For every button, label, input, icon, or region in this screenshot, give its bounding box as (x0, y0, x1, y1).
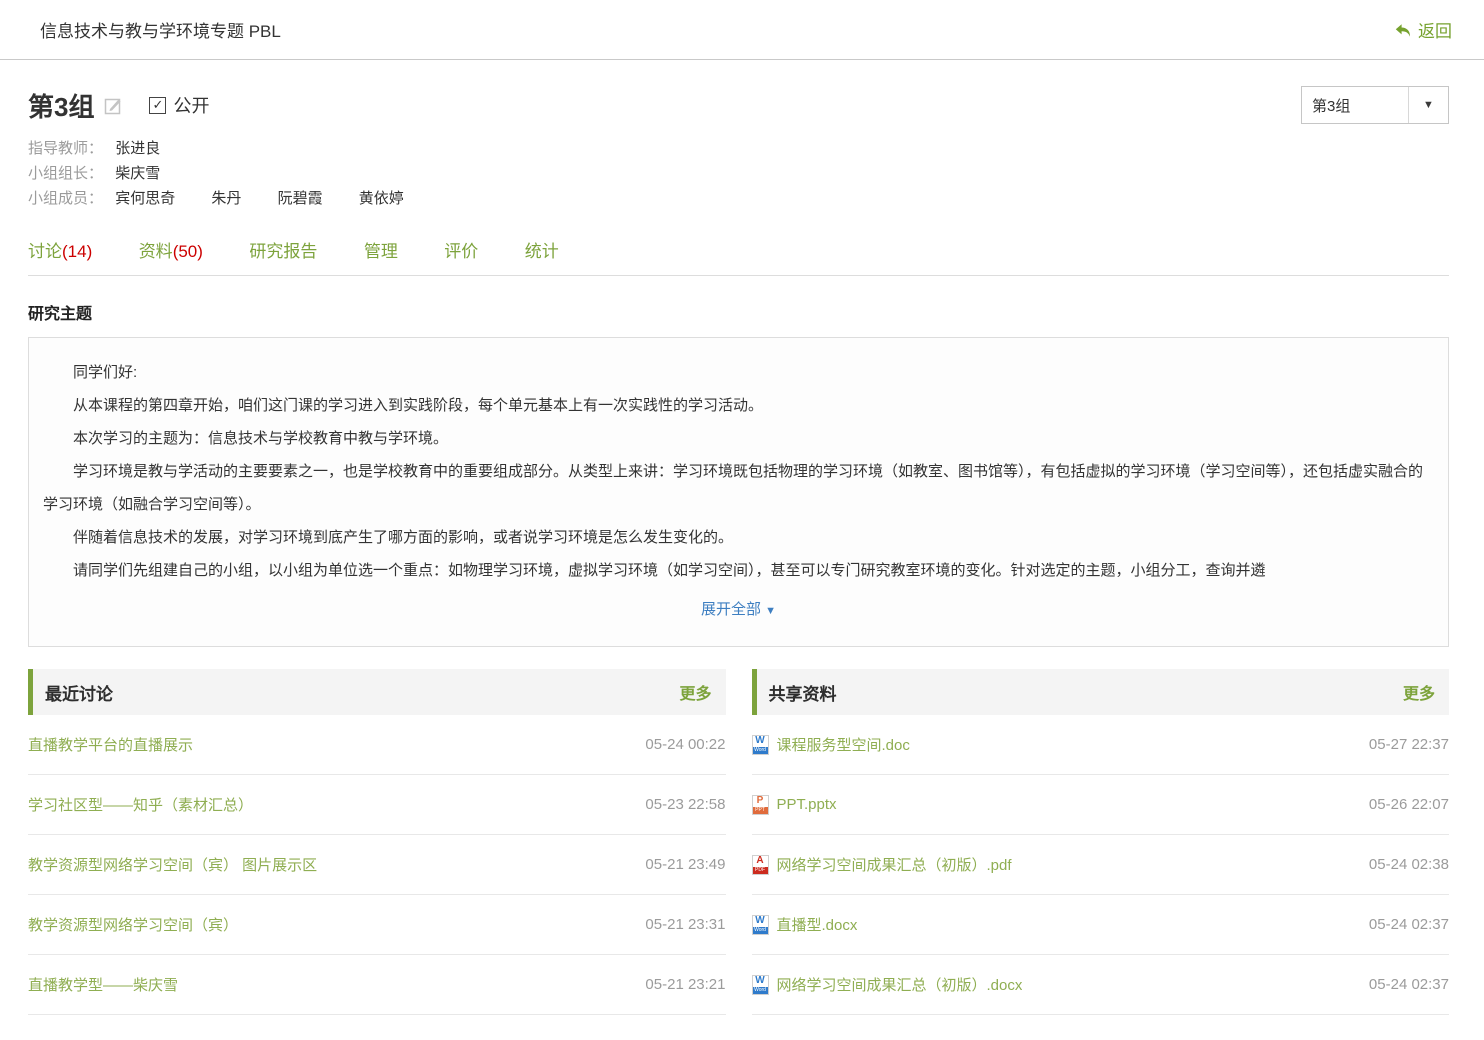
leader-line: 小组组长： 柴庆雪 (28, 161, 1449, 186)
tab-evaluation[interactable]: 评价 (444, 237, 478, 262)
file-link[interactable]: 课程服务型空间.doc (777, 734, 910, 755)
discussion-row: 教学资源型网络学习空间（宾） 05-21 23:31 (28, 895, 726, 955)
file-row: W Word 网络学习空间成果汇总（初版）.docx 05-24 02:37 (752, 955, 1450, 1015)
files-header: 共享资料 更多 (752, 669, 1450, 715)
topic-paragraph: 请同学们先组建自己的小组，以小组为单位选一个重点：如物理学习环境，虚拟学习环境（… (43, 554, 1434, 587)
discussion-row: 教学资源型网络学习空间（宾） 图片展示区 05-21 23:49 (28, 835, 726, 895)
group-header: 第3组 ✓ 公开 第3组 ▼ (28, 86, 1449, 124)
discussion-link[interactable]: 直播教学平台的直播展示 (28, 734, 193, 755)
member-name: 朱丹 (211, 186, 241, 211)
file-date: 05-27 22:37 (1369, 736, 1449, 753)
word-file-icon: W Word (752, 975, 769, 995)
topic-paragraph: 本次学习的主题为：信息技术与学校教育中教与学环境。 (43, 422, 1434, 455)
expand-all-button[interactable]: 展开全部▼ (701, 601, 776, 618)
topic-heading: 研究主题 (28, 300, 1449, 324)
discussion-date: 05-21 23:31 (645, 916, 725, 933)
discussion-date: 05-21 23:49 (645, 856, 725, 873)
discussion-date: 05-21 23:21 (645, 976, 725, 993)
discussion-link[interactable]: 教学资源型网络学习空间（宾） 图片展示区 (28, 854, 317, 875)
discussion-row: 直播教学型——柴庆雪 05-21 23:21 (28, 955, 726, 1015)
chevron-down-icon: ▼ (765, 605, 776, 617)
back-arrow-icon (1394, 21, 1412, 39)
file-date: 05-24 02:38 (1369, 856, 1449, 873)
discussion-link[interactable]: 学习社区型——知乎（素材汇总） (28, 794, 253, 815)
topic-paragraph: 同学们好: (43, 356, 1434, 389)
discussion-row: 直播教学平台的直播展示 05-24 00:22 (28, 715, 726, 775)
file-link[interactable]: 网络学习空间成果汇总（初版）.pdf (777, 854, 1012, 875)
tab-report[interactable]: 研究报告 (249, 237, 317, 262)
word-file-icon: W Word (752, 915, 769, 935)
discussions-title: 最近讨论 (45, 680, 113, 705)
leader-name: 柴庆雪 (115, 165, 160, 182)
pdf-file-icon: A PDF (752, 855, 769, 875)
file-date: 05-24 02:37 (1369, 976, 1449, 993)
instructor-line: 指导教师： 张进良 (28, 136, 1449, 161)
leader-label: 小组组长： (28, 165, 103, 182)
member-name: 宾何思奇 (115, 186, 175, 211)
file-link[interactable]: 网络学习空间成果汇总（初版）.docx (777, 974, 1023, 995)
member-name: 阮碧霞 (278, 186, 323, 211)
tab-statistics[interactable]: 统计 (525, 237, 559, 262)
members-line: 小组成员： 宾何思奇 朱丹 阮碧霞 黄依婷 (28, 186, 1449, 211)
public-toggle-group: ✓ 公开 (149, 92, 209, 118)
discussions-header: 最近讨论 更多 (28, 669, 726, 715)
members-label: 小组成员： (28, 190, 103, 207)
discussion-row: 学习社区型——知乎（素材汇总） 05-23 22:58 (28, 775, 726, 835)
file-row: A PDF 网络学习空间成果汇总（初版）.pdf 05-24 02:38 (752, 835, 1450, 895)
file-row: W Word 直播型.docx 05-24 02:37 (752, 895, 1450, 955)
ppt-file-icon: P PPT (752, 795, 769, 815)
file-row: W Word 课程服务型空间.doc 05-27 22:37 (752, 715, 1450, 775)
tab-materials[interactable]: 资料(50) (139, 237, 203, 262)
discussion-link[interactable]: 教学资源型网络学习空间（宾） (28, 914, 238, 935)
member-name: 黄依婷 (359, 186, 404, 211)
file-date: 05-24 02:37 (1369, 916, 1449, 933)
topic-paragraph: 从本课程的第四章开始，咱们这门课的学习进入到实践阶段，每个单元基本上有一次实践性… (43, 389, 1434, 422)
topic-paragraph: 学习环境是教与学活动的主要要素之一，也是学校教育中的重要组成部分。从类型上来讲：… (43, 455, 1434, 521)
edit-icon[interactable] (104, 96, 123, 115)
file-link[interactable]: PPT.pptx (777, 796, 837, 813)
file-link[interactable]: 直播型.docx (777, 914, 858, 935)
back-label: 返回 (1418, 17, 1452, 42)
page-title: 信息技术与教与学环境专题 PBL (40, 17, 281, 42)
file-date: 05-26 22:07 (1369, 796, 1449, 813)
group-selector[interactable]: 第3组 ▼ (1301, 86, 1449, 124)
recent-discussions-panel: 最近讨论 更多 直播教学平台的直播展示 05-24 00:22 学习社区型——知… (28, 669, 726, 1015)
group-info: 指导教师： 张进良 小组组长： 柴庆雪 小组成员： 宾何思奇 朱丹 阮碧霞 黄依… (28, 136, 1449, 211)
file-row: P PPT PPT.pptx 05-26 22:07 (752, 775, 1450, 835)
back-button[interactable]: 返回 (1394, 17, 1452, 42)
top-bar: 信息技术与教与学环境专题 PBL 返回 (0, 0, 1484, 60)
discussions-more-link[interactable]: 更多 (679, 680, 711, 704)
public-checkbox[interactable]: ✓ (149, 97, 166, 114)
topic-paragraph: 伴随着信息技术的发展，对学习环境到底产生了哪方面的影响，或者说学习环境是怎么发生… (43, 521, 1434, 554)
public-label: 公开 (173, 92, 209, 118)
topic-content-box: 同学们好: 从本课程的第四章开始，咱们这门课的学习进入到实践阶段，每个单元基本上… (28, 337, 1449, 647)
chevron-down-icon: ▼ (1408, 87, 1448, 123)
word-file-icon: W Word (752, 735, 769, 755)
group-selector-value: 第3组 (1302, 95, 1408, 116)
group-name: 第3组 (28, 87, 94, 124)
tab-manage[interactable]: 管理 (364, 237, 398, 262)
files-title: 共享资料 (769, 680, 837, 705)
shared-files-panel: 共享资料 更多 W Word 课程服务型空间.doc 05-27 22:37 P (752, 669, 1450, 1015)
discussion-date: 05-24 00:22 (645, 736, 725, 753)
tab-bar: 讨论(14) 资料(50) 研究报告 管理 评价 统计 (28, 237, 1449, 276)
instructor-name: 张进良 (115, 140, 160, 157)
tab-discussion[interactable]: 讨论(14) (28, 237, 92, 262)
instructor-label: 指导教师： (28, 140, 103, 157)
files-more-link[interactable]: 更多 (1403, 680, 1435, 704)
discussion-link[interactable]: 直播教学型——柴庆雪 (28, 974, 178, 995)
discussion-date: 05-23 22:58 (645, 796, 725, 813)
